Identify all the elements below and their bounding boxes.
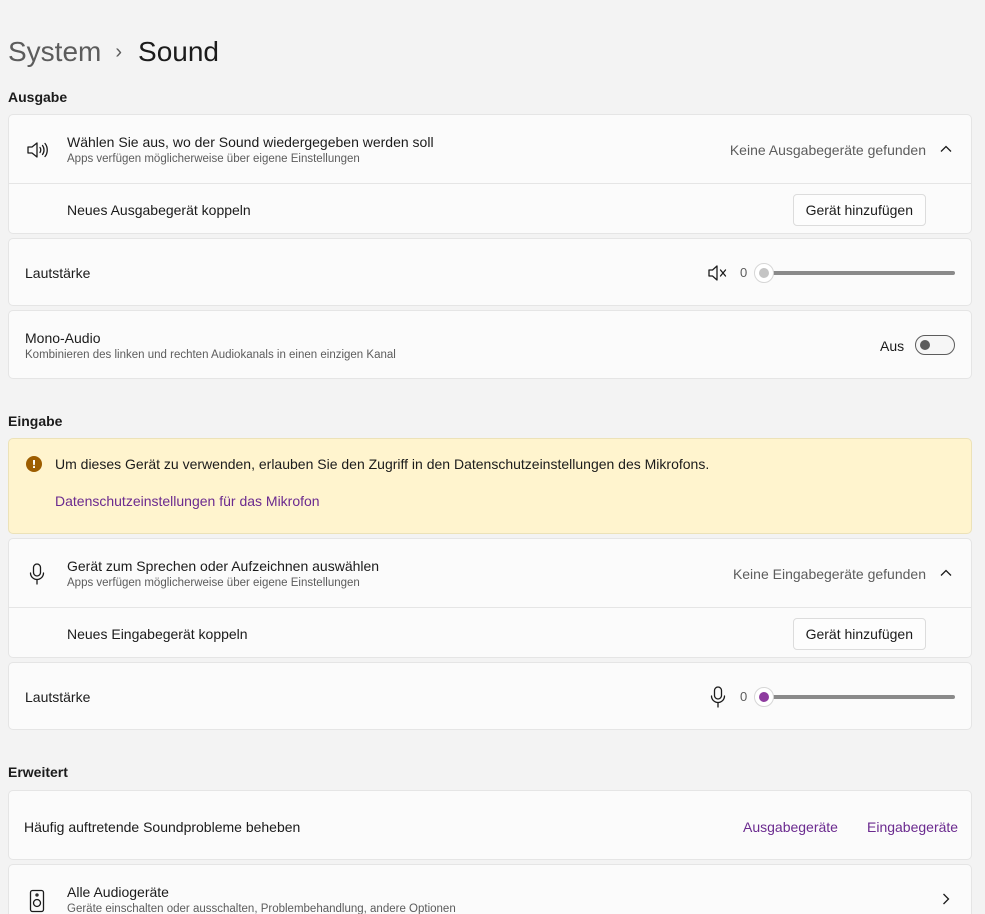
chevron-right-icon: › — [115, 41, 123, 63]
section-title-input: Eingabe — [8, 413, 63, 429]
output-volume-value: 0 — [740, 265, 748, 280]
mono-audio-card: Mono-Audio Kombinieren des linken und re… — [8, 310, 972, 379]
input-pair-row: Neues Eingabegerät koppeln Gerät hinzufü… — [9, 608, 971, 659]
microphone-icon[interactable] — [709, 685, 727, 709]
input-volume-card: Lautstärke 0 — [8, 662, 972, 730]
input-pair-label: Neues Eingabegerät koppeln — [67, 626, 248, 642]
output-pair-row: Neues Ausgabegerät koppeln Gerät hinzufü… — [9, 184, 971, 235]
section-title-advanced: Erweitert — [8, 764, 68, 780]
output-volume-slider-thumb[interactable] — [754, 263, 774, 283]
input-device-status: Keine Eingabegeräte gefunden — [732, 566, 926, 582]
mono-audio-subtitle: Kombinieren des linken und rechten Audio… — [25, 349, 396, 361]
add-output-device-button[interactable]: Gerät hinzufügen — [792, 194, 926, 226]
output-device-card: Wählen Sie aus, wo der Sound wiedergegeb… — [8, 114, 972, 234]
input-volume-label: Lautstärke — [25, 689, 91, 705]
troubleshoot-label: Häufig auftretende Soundprobleme beheben — [24, 819, 301, 835]
all-audio-devices-title: Alle Audiogeräte — [67, 884, 169, 900]
output-pair-label: Neues Ausgabegerät koppeln — [67, 202, 251, 218]
breadcrumb: System › Sound — [8, 34, 219, 70]
microphone-privacy-link[interactable]: Datenschutzeinstellungen für das Mikrofo… — [55, 493, 320, 509]
input-volume-slider-track[interactable] — [765, 695, 955, 699]
output-volume-label: Lautstärke — [25, 265, 91, 281]
troubleshoot-input-link[interactable]: Eingabegeräte — [867, 819, 958, 835]
output-device-subtitle: Apps verfügen möglicherweise über eigene… — [67, 153, 360, 165]
input-device-card: Gerät zum Sprechen oder Aufzeichnen ausw… — [8, 538, 972, 658]
audio-device-icon — [29, 889, 45, 913]
troubleshoot-card: Häufig auftretende Soundprobleme beheben… — [8, 790, 972, 860]
troubleshoot-output-link[interactable]: Ausgabegeräte — [743, 819, 838, 835]
warning-message: Um dieses Gerät zu verwenden, erlauben S… — [55, 456, 710, 472]
input-volume-value: 0 — [740, 689, 748, 704]
input-device-row[interactable]: Gerät zum Sprechen oder Aufzeichnen ausw… — [9, 539, 971, 607]
chevron-up-icon[interactable] — [938, 565, 954, 581]
warning-icon: ! — [26, 456, 42, 472]
output-volume-slider-track[interactable] — [765, 271, 955, 275]
add-input-device-button[interactable]: Gerät hinzufügen — [792, 618, 926, 650]
speaker-muted-icon[interactable] — [707, 263, 729, 283]
output-device-row[interactable]: Wählen Sie aus, wo der Sound wiedergegeb… — [9, 115, 971, 183]
input-device-subtitle: Apps verfügen möglicherweise über eigene… — [67, 577, 360, 589]
output-volume-card: Lautstärke 0 — [8, 238, 972, 306]
output-device-title: Wählen Sie aus, wo der Sound wiedergegeb… — [67, 134, 434, 150]
input-device-title: Gerät zum Sprechen oder Aufzeichnen ausw… — [67, 558, 380, 574]
mono-audio-title: Mono-Audio — [25, 330, 101, 346]
microphone-permission-warning: ! Um dieses Gerät zu verwenden, erlauben… — [8, 438, 972, 534]
mono-audio-state-label: Aus — [880, 338, 905, 354]
input-volume-slider-thumb[interactable] — [754, 687, 774, 707]
all-audio-devices-subtitle: Geräte einschalten oder ausschalten, Pro… — [67, 903, 456, 914]
all-audio-devices-card[interactable]: Alle Audiogeräte Geräte einschalten oder… — [8, 864, 972, 914]
speaker-icon — [26, 139, 48, 161]
mono-audio-toggle[interactable] — [915, 335, 955, 355]
chevron-up-icon[interactable] — [938, 141, 954, 157]
microphone-icon — [26, 562, 48, 586]
output-device-status: Keine Ausgabegeräte gefunden — [729, 142, 926, 158]
page-title: Sound — [138, 36, 219, 67]
chevron-right-icon[interactable] — [939, 892, 953, 906]
breadcrumb-system-link[interactable]: System — [8, 36, 101, 68]
section-title-output: Ausgabe — [8, 89, 68, 105]
